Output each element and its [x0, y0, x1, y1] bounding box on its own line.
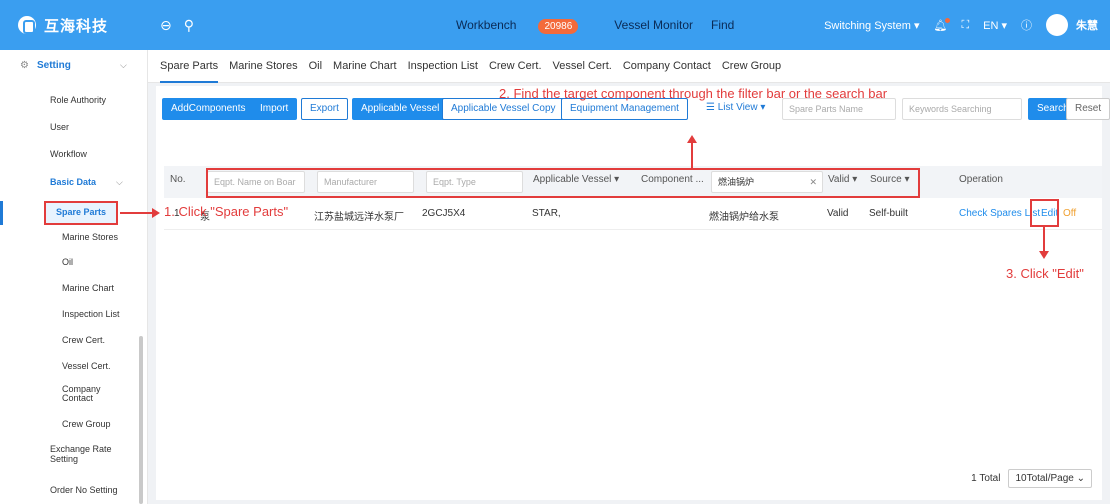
workbench-count-badge: 20986: [538, 19, 579, 34]
tab-crew-cert[interactable]: Crew Cert.: [489, 50, 542, 83]
cell-eqpt-type: 2GCJ5X4: [422, 208, 466, 219]
main-panel: Spare Parts Marine Stores Oil Marine Cha…: [148, 50, 1110, 504]
top-right-tools: Switching System ▾ 🔔︎ ⛶ EN ▾ ⓘ 朱慧: [810, 0, 1098, 50]
cell-source: Self-built: [869, 208, 908, 219]
cell-vessel: STAR,: [532, 208, 561, 219]
sidebar-item-marine-chart[interactable]: Marine Chart: [62, 283, 114, 293]
col-operation: Operation: [959, 174, 1003, 185]
pagination: 1 Total 10Total/Page ⌄: [971, 469, 1092, 488]
tab-vessel-cert[interactable]: Vessel Cert.: [553, 50, 612, 83]
step3-annotation: 3. Click "Edit": [1006, 266, 1084, 281]
tab-inspection-list[interactable]: Inspection List: [408, 50, 478, 83]
avatar: [1046, 14, 1068, 36]
step2-annotation: 2. Find the target component through the…: [499, 86, 888, 101]
vessel-monitor-link[interactable]: Vessel Monitor: [614, 18, 693, 32]
sidebar-item-basic-data[interactable]: Basic Data: [50, 177, 96, 187]
sidebar-item-workflow[interactable]: Workflow: [50, 149, 87, 159]
filter-bar-highlight-box: [206, 168, 920, 198]
export-button[interactable]: Export: [301, 98, 348, 120]
step3-arrow-head: [1039, 251, 1049, 259]
step1-arrow: [120, 212, 154, 214]
table-row: 1 泵 江苏盐城远洋水泵厂 2GCJ5X4 STAR, 燃油锅炉给水泵 Vali…: [164, 198, 1102, 230]
sidebar-item-inspection-list[interactable]: Inspection List: [62, 309, 120, 319]
add-components-button[interactable]: AddComponents: [162, 98, 255, 120]
applicable-vessel-copy-button[interactable]: Applicable Vessel Copy: [442, 98, 565, 120]
logo-text: 互海科技: [44, 17, 109, 35]
import-button[interactable]: Import: [251, 98, 298, 120]
cell-component: 燃油锅炉给水泵: [709, 212, 779, 223]
equipment-management-button[interactable]: Equipment Management: [561, 98, 688, 120]
sidebar-item-setting[interactable]: ⚙ Setting: [20, 60, 71, 71]
sidebar-item-marine-stores[interactable]: Marine Stores: [62, 232, 118, 242]
sidebar-scrollbar[interactable]: [139, 336, 143, 504]
active-indicator: [0, 201, 3, 225]
sidebar-item-label: Setting: [36, 60, 71, 71]
tab-crew-group[interactable]: Crew Group: [722, 50, 781, 83]
col-no: No.: [170, 174, 186, 185]
step1-arrow-head: [152, 208, 160, 218]
list-icon: ☰: [706, 102, 715, 113]
help-icon[interactable]: ⓘ: [1021, 17, 1032, 33]
sidebar-item-role-authority[interactable]: Role Authority: [50, 95, 106, 105]
applicable-vessel-button[interactable]: Applicable Vessel: [352, 98, 449, 120]
logo-icon: [18, 16, 36, 34]
tab-marine-stores[interactable]: Marine Stores: [229, 50, 297, 83]
tab-oil[interactable]: Oil: [309, 50, 322, 83]
step1-annotation: 1. Click "Spare Parts": [164, 204, 289, 219]
sidebar-item-user[interactable]: User: [50, 122, 69, 132]
search-icon[interactable]: ⚲: [184, 17, 194, 34]
sidebar-item-order-no[interactable]: Order No Setting: [50, 485, 118, 495]
list-view-label: List View ▾: [717, 102, 766, 113]
switching-system-dropdown[interactable]: Switching System ▾: [824, 19, 919, 32]
sidebar-item-spare-parts[interactable]: Spare Parts: [56, 207, 106, 217]
keywords-search-input[interactable]: Keywords Searching: [902, 98, 1022, 120]
top-nav: Workbench 20986 Vessel Monitor Find: [456, 0, 752, 50]
spare-parts-name-input[interactable]: Spare Parts Name: [782, 98, 896, 120]
tab-spare-parts[interactable]: Spare Parts: [160, 50, 219, 83]
workbench-label: Workbench: [456, 18, 517, 32]
chevron-down-icon: ⌵: [116, 177, 123, 187]
reset-button[interactable]: Reset: [1066, 98, 1110, 120]
language-dropdown[interactable]: EN ▾: [983, 19, 1007, 32]
bell-icon[interactable]: 🔔︎: [933, 17, 951, 32]
gear-icon: ⚙: [20, 60, 29, 71]
off-link[interactable]: Off: [1063, 208, 1076, 219]
tab-bar: Spare Parts Marine Stores Oil Marine Cha…: [148, 50, 1110, 83]
step2-arrow-head: [687, 135, 697, 143]
step2-arrow: [691, 140, 693, 168]
collapse-menu-icon[interactable]: ⊖: [160, 17, 172, 34]
sidebar-item-vessel-cert[interactable]: Vessel Cert.: [62, 361, 111, 371]
logo[interactable]: 互海科技: [0, 15, 148, 36]
content-area: AddComponents Import Export Applicable V…: [156, 86, 1110, 500]
sidebar-item-exchange-rate[interactable]: Exchange Rate Setting: [50, 444, 120, 464]
sidebar-item-crew-group[interactable]: Crew Group: [62, 419, 111, 429]
sidebar-item-company-contact[interactable]: Company Contact: [62, 385, 106, 403]
step3-arrow: [1043, 227, 1045, 251]
workbench-link[interactable]: Workbench 20986: [456, 18, 596, 34]
user-menu[interactable]: 朱慧: [1046, 14, 1098, 36]
sidebar-item-crew-cert[interactable]: Crew Cert.: [62, 335, 105, 345]
edit-highlight-box: [1030, 199, 1059, 227]
sidebar-item-oil[interactable]: Oil: [62, 257, 73, 267]
find-link[interactable]: Find: [711, 18, 734, 32]
cell-valid: Valid: [827, 208, 849, 219]
page-size-select[interactable]: 10Total/Page ⌄: [1008, 469, 1092, 488]
user-name: 朱慧: [1076, 20, 1098, 32]
check-spares-list-link[interactable]: Check Spares List: [959, 208, 1040, 219]
tab-marine-chart[interactable]: Marine Chart: [333, 50, 397, 83]
tab-company-contact[interactable]: Company Contact: [623, 50, 711, 83]
total-count: 1 Total: [971, 473, 1001, 484]
top-bar: 互海科技 ⊖ ⚲ Workbench 20986 Vessel Monitor F…: [0, 0, 1110, 50]
cell-manufacturer: 江苏盐城远洋水泵厂: [314, 212, 404, 223]
fullscreen-icon[interactable]: ⛶: [961, 19, 969, 32]
sidebar: ⚙ Setting ⌵ Role Authority User Workflow…: [0, 50, 148, 504]
list-view-dropdown[interactable]: ☰ List View ▾: [706, 102, 765, 113]
chevron-down-icon: ⌵: [120, 60, 127, 70]
